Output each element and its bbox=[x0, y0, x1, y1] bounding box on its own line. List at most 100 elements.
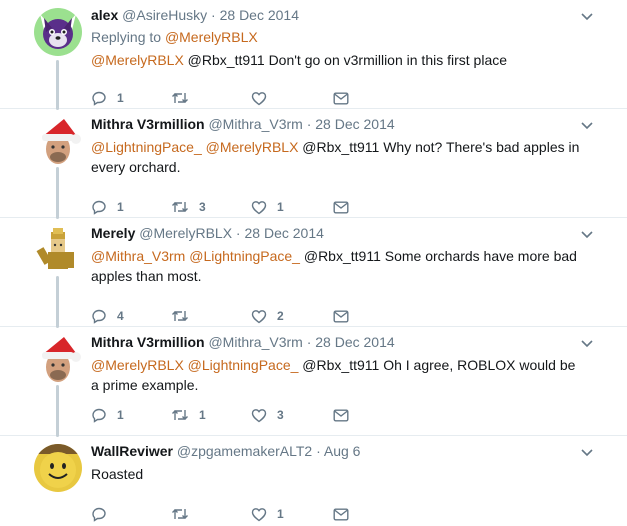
avatar[interactable] bbox=[34, 117, 82, 165]
mention-link[interactable]: @Mithra_V3rm @LightningPace_ bbox=[91, 248, 300, 264]
replying-to-mention[interactable]: @MerelyRBLX bbox=[165, 29, 258, 45]
replying-to-label: Replying to bbox=[91, 29, 165, 45]
heart-icon bbox=[251, 309, 267, 323]
thread-line bbox=[56, 385, 59, 437]
timestamp[interactable]: 28 Dec 2014 bbox=[315, 334, 394, 350]
heart-icon bbox=[251, 507, 267, 521]
separator: · bbox=[302, 116, 316, 132]
tweet-body: @Rbx_tt911 Don't go on v3rmillion in thi… bbox=[183, 52, 508, 68]
direct-message-button[interactable] bbox=[333, 197, 349, 217]
handle[interactable]: @Mithra_V3rm bbox=[208, 334, 302, 350]
retweet-button[interactable] bbox=[171, 504, 199, 524]
display-name[interactable]: Mithra V3rmillion bbox=[91, 334, 205, 350]
like-count: 1 bbox=[277, 200, 284, 214]
avatar[interactable] bbox=[34, 444, 82, 492]
tweet-text: @MerelyRBLX @Rbx_tt911 Don't go on v3rmi… bbox=[91, 50, 581, 70]
reply-count: 4 bbox=[117, 309, 124, 323]
chevron-down-icon[interactable] bbox=[580, 230, 594, 240]
separator: · bbox=[312, 443, 324, 459]
separator: · bbox=[302, 334, 316, 350]
avatar[interactable] bbox=[34, 8, 82, 56]
reply-icon bbox=[92, 408, 106, 423]
like-count: 2 bbox=[277, 309, 284, 323]
reply-count: 1 bbox=[117, 408, 124, 422]
reply-icon bbox=[92, 91, 106, 106]
chevron-down-icon[interactable] bbox=[580, 339, 594, 349]
tweet[interactable]: Mithra V3rmillion @Mithra_V3rm · 28 Dec … bbox=[0, 109, 627, 219]
thread-line bbox=[56, 276, 59, 328]
tweet-actions: 1 bbox=[91, 504, 391, 524]
heart-icon bbox=[251, 408, 267, 422]
like-button[interactable] bbox=[251, 88, 277, 108]
avatar[interactable] bbox=[34, 226, 82, 274]
retweet-button[interactable] bbox=[171, 88, 199, 108]
chevron-down-icon[interactable] bbox=[580, 12, 594, 22]
reply-count: 1 bbox=[117, 200, 124, 214]
direct-message-button[interactable] bbox=[333, 504, 349, 524]
envelope-icon bbox=[333, 409, 349, 422]
yellow-smiley-avatar-icon bbox=[34, 444, 82, 492]
tweet[interactable]: alex @AsireHusky · 28 Dec 2014 Replying … bbox=[0, 0, 627, 110]
like-button[interactable]: 3 bbox=[251, 405, 284, 425]
mention-link[interactable]: @MerelyRBLX bbox=[91, 52, 184, 68]
direct-message-button[interactable] bbox=[333, 306, 349, 326]
retweet-button[interactable]: 3 bbox=[171, 197, 206, 217]
tweet-text: @Mithra_V3rm @LightningPace_ @Rbx_tt911 … bbox=[91, 246, 581, 286]
retweet-button[interactable]: 1 bbox=[171, 405, 206, 425]
chevron-down-icon[interactable] bbox=[580, 121, 594, 131]
display-name[interactable]: alex bbox=[91, 7, 118, 23]
tweet-text: Roasted bbox=[91, 464, 581, 484]
reply-button[interactable]: 4 bbox=[91, 306, 124, 326]
like-button[interactable]: 2 bbox=[251, 306, 284, 326]
tweet-header: alex @AsireHusky · 28 Dec 2014 bbox=[91, 6, 577, 25]
reply-button[interactable] bbox=[91, 504, 117, 524]
replying-to: Replying to @MerelyRBLX bbox=[91, 28, 577, 47]
tweet[interactable]: WallReviwer @zpgamemakerALT2 · Aug 6 Roa… bbox=[0, 436, 627, 526]
like-button[interactable]: 1 bbox=[251, 197, 284, 217]
tweet-actions: 4 2 bbox=[91, 306, 391, 326]
retweet-count: 1 bbox=[199, 408, 206, 422]
avatar[interactable] bbox=[34, 335, 82, 383]
reply-button[interactable]: 1 bbox=[91, 405, 124, 425]
timestamp[interactable]: 28 Dec 2014 bbox=[245, 225, 324, 241]
handle[interactable]: @AsireHusky bbox=[122, 7, 207, 23]
reply-button[interactable]: 1 bbox=[91, 88, 124, 108]
tweet-body: Roasted bbox=[91, 466, 144, 482]
direct-message-button[interactable] bbox=[333, 405, 349, 425]
timestamp[interactable]: 28 Dec 2014 bbox=[220, 7, 299, 23]
like-button[interactable]: 1 bbox=[251, 504, 284, 524]
retweet-icon bbox=[172, 202, 188, 212]
santa-hat-avatar-icon bbox=[34, 117, 82, 165]
retweet-icon bbox=[172, 311, 188, 321]
mention-link[interactable]: @MerelyRBLX @LightningPace_ bbox=[91, 357, 298, 373]
thread-line bbox=[56, 167, 59, 219]
like-count: 3 bbox=[277, 408, 284, 422]
mention-link[interactable]: @LightningPace_ @MerelyRBLX bbox=[91, 139, 298, 155]
chevron-down-icon[interactable] bbox=[580, 448, 594, 458]
display-name[interactable]: Mithra V3rmillion bbox=[91, 116, 205, 132]
tweet[interactable]: Merely @MerelyRBLX · 28 Dec 2014 @Mithra… bbox=[0, 218, 627, 328]
separator: · bbox=[232, 225, 245, 241]
timestamp[interactable]: 28 Dec 2014 bbox=[315, 116, 394, 132]
santa-hat-avatar-icon bbox=[34, 335, 82, 383]
tweet-header: Mithra V3rmillion @Mithra_V3rm · 28 Dec … bbox=[91, 115, 577, 134]
tweet-header: Mithra V3rmillion @Mithra_V3rm · 28 Dec … bbox=[91, 333, 577, 352]
roblox-character-avatar-icon bbox=[34, 226, 82, 274]
envelope-icon bbox=[333, 310, 349, 323]
retweet-icon bbox=[172, 410, 188, 420]
direct-message-button[interactable] bbox=[333, 88, 349, 108]
handle[interactable]: @MerelyRBLX bbox=[139, 225, 232, 241]
envelope-icon bbox=[333, 92, 349, 105]
envelope-icon bbox=[333, 201, 349, 214]
separator: · bbox=[207, 7, 220, 23]
tweet[interactable]: Mithra V3rmillion @Mithra_V3rm · 28 Dec … bbox=[0, 327, 627, 437]
timestamp[interactable]: Aug 6 bbox=[324, 443, 361, 459]
display-name[interactable]: WallReviwer bbox=[91, 443, 173, 459]
tweet-actions: 1 1 3 bbox=[91, 405, 391, 425]
display-name[interactable]: Merely bbox=[91, 225, 135, 241]
retweet-button[interactable] bbox=[171, 306, 199, 326]
handle[interactable]: @Mithra_V3rm bbox=[208, 116, 302, 132]
handle[interactable]: @zpgamemakerALT2 bbox=[177, 443, 312, 459]
reply-button[interactable]: 1 bbox=[91, 197, 124, 217]
heart-icon bbox=[251, 200, 267, 214]
